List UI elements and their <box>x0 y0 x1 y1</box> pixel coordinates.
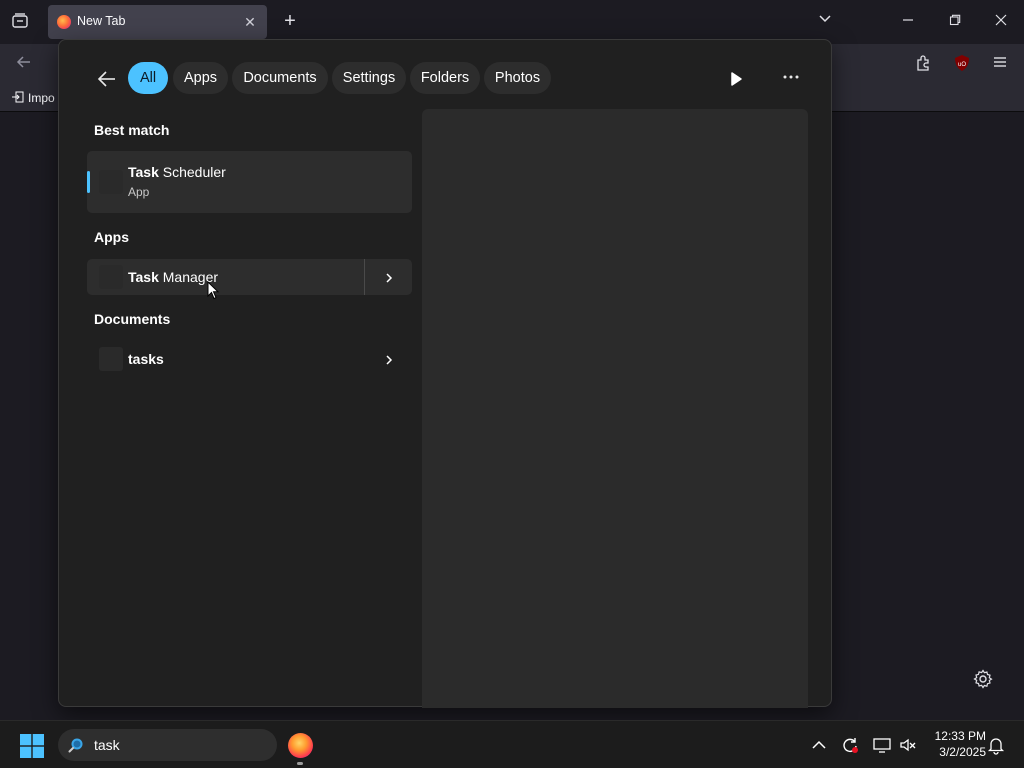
filter-chip-documents[interactable]: Documents <box>232 62 328 94</box>
task-scheduler-app-icon <box>99 170 123 194</box>
taskbar-clock[interactable]: 12:33 PM 3/2/2025 <box>928 728 986 760</box>
menu-hamburger-icon[interactable] <box>990 54 1010 74</box>
clock-time: 12:33 PM <box>934 729 986 743</box>
sync-icon[interactable] <box>840 735 860 755</box>
new-tab-icon[interactable]: + <box>280 11 300 31</box>
restore-icon[interactable] <box>945 11 965 31</box>
clock-date: 3/2/2025 <box>939 745 986 759</box>
bell-icon[interactable] <box>986 735 1006 755</box>
chevron-right-icon[interactable] <box>383 353 395 365</box>
filter-chip-all[interactable]: All <box>128 62 168 94</box>
window-close-icon[interactable] <box>991 11 1011 31</box>
browser-tab-strip: New Tab ✕ + <box>0 0 1024 44</box>
result-name-match: tasks <box>128 351 164 367</box>
result-name: Task Manager <box>128 269 218 285</box>
browser-back-icon[interactable] <box>14 54 34 74</box>
taskbar-search-box[interactable]: task <box>58 729 277 761</box>
bookmark-import-label: Impo <box>28 91 55 105</box>
document-file-icon <box>99 347 123 371</box>
ublock-origin-icon[interactable]: uO <box>952 54 972 74</box>
tab-close-icon[interactable]: ✕ <box>241 13 259 31</box>
documents-result-tasks[interactable]: tasks <box>87 341 412 377</box>
gear-icon[interactable] <box>972 668 994 690</box>
mouse-cursor-icon <box>207 280 221 301</box>
result-preview-pane <box>422 109 808 708</box>
firefox-favicon-icon <box>57 15 71 29</box>
firefox-icon[interactable] <box>288 733 313 758</box>
windows-taskbar: task 12:33 PM 3/2/2025 <box>0 720 1024 768</box>
search-icon <box>68 737 84 753</box>
windows-search-panel: All Apps Documents Settings Folders Phot… <box>58 39 832 708</box>
running-app-indicator <box>297 762 303 765</box>
result-type-label: App <box>128 185 150 199</box>
task-manager-app-icon <box>99 265 123 289</box>
more-icon[interactable] <box>777 67 805 91</box>
filter-chip-settings[interactable]: Settings <box>332 62 406 94</box>
selection-accent-bar <box>87 171 90 193</box>
chevron-up-icon[interactable] <box>809 735 829 755</box>
chevron-right-icon[interactable] <box>383 271 395 283</box>
result-name: tasks <box>128 351 164 367</box>
documents-heading: Documents <box>94 311 171 327</box>
minimize-icon[interactable] <box>898 11 918 31</box>
display-icon[interactable] <box>872 735 892 755</box>
result-name-rest: Scheduler <box>158 164 226 180</box>
speaker-muted-icon[interactable] <box>898 735 918 755</box>
browser-tab[interactable]: New Tab ✕ <box>48 5 267 39</box>
play-icon[interactable] <box>724 67 748 91</box>
windows-logo-icon[interactable] <box>20 734 44 758</box>
filter-chip-folders[interactable]: Folders <box>410 62 480 94</box>
extensions-icon[interactable] <box>914 54 934 74</box>
back-arrow-icon[interactable] <box>95 67 119 91</box>
row-divider <box>364 259 365 295</box>
svg-text:uO: uO <box>958 62 966 68</box>
tab-title: New Tab <box>77 14 126 28</box>
taskbar-search-text: task <box>94 737 120 753</box>
tab-overview-icon[interactable] <box>10 12 30 32</box>
best-match-heading: Best match <box>94 122 170 138</box>
bookmark-import-item[interactable]: Impo <box>12 91 55 105</box>
tab-list-chevron-icon[interactable] <box>815 11 835 31</box>
best-match-result-task-scheduler[interactable]: Task Scheduler App <box>87 151 412 213</box>
result-name-match: Task <box>128 269 159 285</box>
result-name: Task Scheduler <box>128 164 226 180</box>
apps-heading: Apps <box>94 229 129 245</box>
import-icon <box>12 91 24 103</box>
filter-chip-photos[interactable]: Photos <box>484 62 551 94</box>
apps-result-task-manager[interactable]: Task Manager <box>87 259 412 295</box>
result-name-match: Task <box>128 164 159 180</box>
filter-chip-apps[interactable]: Apps <box>173 62 228 94</box>
